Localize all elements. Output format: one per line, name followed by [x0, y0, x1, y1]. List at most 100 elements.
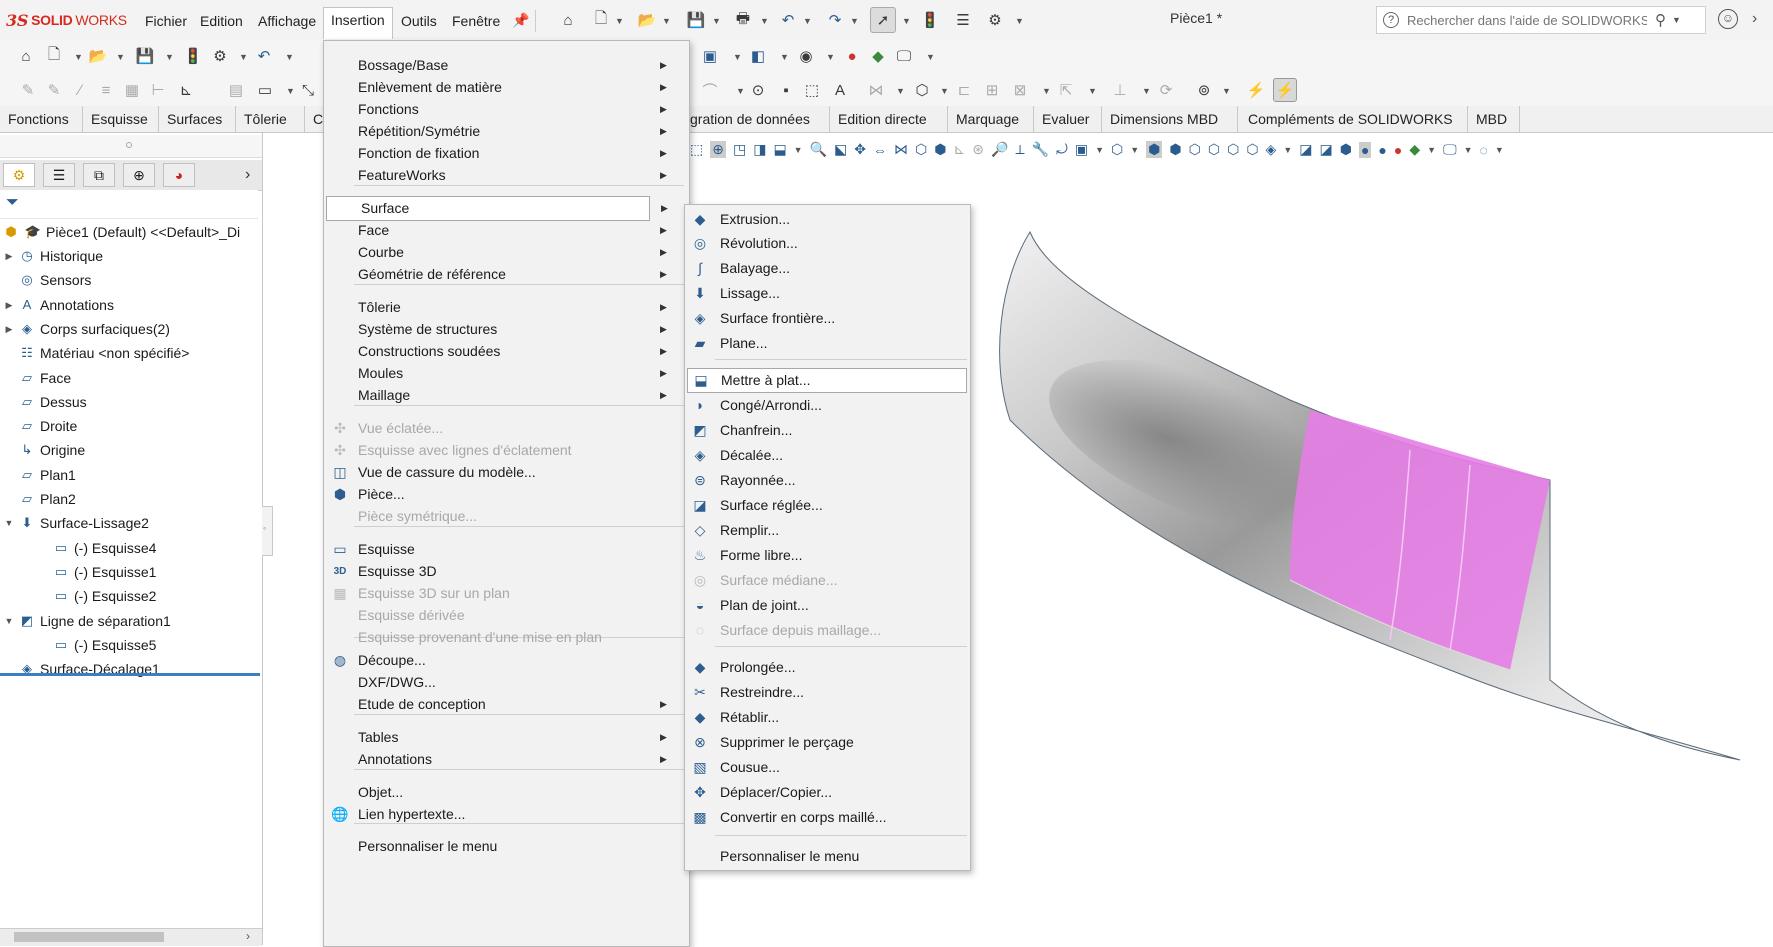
chevron-down-icon[interactable]: ▼: [896, 86, 905, 96]
appearance-icon[interactable]: ●: [1394, 142, 1402, 158]
submenu-item-prolongee[interactable]: ◆ Prolongée...: [685, 655, 968, 680]
undo-icon[interactable]: ↶: [254, 46, 274, 66]
zoom-area-icon[interactable]: ⊕: [710, 141, 726, 158]
box-icon[interactable]: ▣: [1075, 141, 1088, 158]
tab-edition-directe[interactable]: Edition directe: [830, 106, 948, 132]
open-folder-icon[interactable]: 📂: [637, 10, 657, 30]
chevron-right-icon[interactable]: ▶: [4, 317, 14, 341]
shaded-sketch-contours-icon[interactable]: ⚡: [1273, 78, 1297, 102]
tree-item-historique[interactable]: ▶ ◷ Historique: [4, 244, 104, 268]
menu-item-personnaliser-le-menu[interactable]: Personnaliser le menu: [324, 834, 687, 859]
hide-show-icon[interactable]: ◉: [796, 46, 816, 66]
point-icon[interactable]: ▪: [776, 80, 796, 100]
split-face-highlight[interactable]: [1290, 410, 1550, 670]
save-icon[interactable]: 💾: [686, 10, 706, 30]
chevron-down-icon[interactable]: ▼: [902, 16, 911, 26]
save-icon[interactable]: 💾: [135, 46, 155, 66]
menu-edition[interactable]: Edition: [193, 9, 250, 33]
tree-item-corps-surfaciques-2[interactable]: ▶ ◈ Corps surfaciques(2): [4, 317, 170, 341]
submenu-item-personnaliser-le-menu[interactable]: Personnaliser le menu: [685, 844, 968, 869]
splitter-handle-icon[interactable]: [126, 142, 132, 148]
chevron-down-icon[interactable]: ▼: [803, 16, 812, 26]
chevron-down-icon[interactable]: ▼: [1042, 86, 1051, 96]
chevron-down-icon[interactable]: ▼: [1095, 145, 1104, 155]
tree-item-droite[interactable]: ▱ Droite: [4, 414, 77, 438]
submenu-item-revolution[interactable]: ◎ Révolution...: [685, 231, 968, 256]
menu-item-lien-hypertexte[interactable]: 🌐 Lien hypertexte...: [324, 802, 687, 827]
panel-splitter[interactable]: [0, 135, 262, 158]
mirror-view-icon[interactable]: ⋈: [894, 141, 908, 158]
chevron-down-icon[interactable]: ▼: [794, 145, 803, 155]
menu-outils[interactable]: Outils: [394, 9, 444, 33]
chevron-down-icon[interactable]: ▼: [1142, 86, 1151, 96]
chevron-down-icon[interactable]: ▼: [286, 86, 295, 96]
menu-item-etude-de-conception[interactable]: Etude de conception ▶: [324, 692, 687, 717]
chevron-down-icon[interactable]: ▼: [760, 16, 769, 26]
tree-item-surface-decalage1[interactable]: ◈ Surface-Décalage1: [4, 657, 160, 681]
tree-item-ligne-de-separation1[interactable]: ▼ ◩ Ligne de séparation1: [4, 609, 171, 633]
tab-evaluer[interactable]: Evaluer: [1034, 106, 1102, 132]
tree-item-annotations[interactable]: ▶ A Annotations: [4, 293, 114, 317]
search-icon[interactable]: ⚲: [1655, 11, 1666, 29]
chevron-down-icon[interactable]: ▼: [780, 52, 789, 62]
scroll-right-icon[interactable]: ›: [246, 929, 250, 943]
tab-integration-donnees[interactable]: gration de données: [688, 106, 830, 132]
solidworks-logo[interactable]: 3S SOLID WORKS: [6, 10, 127, 30]
displaymanager-tab-icon[interactable]: ◕: [163, 163, 195, 187]
submenu-item-deplacer-copier[interactable]: ✥ Déplacer/Copier...: [685, 780, 968, 805]
chevron-down-icon[interactable]: ▼: [615, 16, 624, 26]
chevron-down-icon[interactable]: ▼: [1495, 145, 1504, 155]
surface-model[interactable]: [990, 220, 1750, 780]
dynamic-annotation-icon[interactable]: ⬓: [773, 141, 786, 158]
tab-complements-solidworks[interactable]: Compléments de SOLIDWORKS: [1238, 106, 1468, 132]
options-gear-icon[interactable]: ⚙: [985, 10, 1005, 30]
cube-icon[interactable]: ⬡: [912, 80, 932, 100]
submenu-item-chanfrein[interactable]: ◩ Chanfrein...: [685, 418, 968, 443]
sketch-icon[interactable]: ▭: [255, 80, 275, 100]
scene-icon[interactable]: ◆: [1409, 141, 1420, 158]
submenu-item-supprimer-le-percage[interactable]: ⊗ Supprimer le perçage: [685, 730, 968, 755]
chevron-down-icon[interactable]: ▼: [1464, 145, 1473, 155]
configurationmanager-tab-icon[interactable]: ⧉: [83, 163, 115, 187]
horizontal-scrollbar[interactable]: ›: [0, 928, 262, 946]
submenu-item-conge-arrondi[interactable]: ◗ Congé/Arrondi...: [685, 393, 968, 418]
chevron-down-icon[interactable]: ▼: [826, 52, 835, 62]
realview-icon[interactable]: ●: [1358, 141, 1372, 158]
chevron-down-icon[interactable]: ▼: [1427, 145, 1436, 155]
cube-shaded-icon[interactable]: ⬢: [934, 141, 946, 158]
perspective-icon[interactable]: ◈: [1266, 141, 1277, 158]
rebuild-icon[interactable]: 🚦: [183, 46, 203, 66]
chevron-down-icon[interactable]: ▼: [733, 52, 742, 62]
user-account-icon[interactable]: ☺: [1718, 9, 1738, 29]
shaded-edges-icon[interactable]: ⬢: [1146, 141, 1163, 158]
tree-item-esquisse2[interactable]: ▭ (-) Esquisse2: [38, 584, 157, 608]
tab-tolerie[interactable]: Tôlerie: [236, 106, 305, 132]
help-search-box[interactable]: ? ⚲ ▼: [1376, 6, 1706, 34]
tree-root-part[interactable]: ⬢ 🎓 Pièce1 (Default) <<Default>_Di: [2, 220, 240, 244]
tree-item-materiau-non-specifie[interactable]: ☷ Matériau <non spécifié>: [4, 341, 189, 365]
smart-dimension-icon[interactable]: ⤡: [298, 80, 318, 100]
tab-marquage[interactable]: Marquage: [948, 106, 1034, 132]
axis-icon[interactable]: ⊾: [176, 80, 196, 100]
view-orientation-icon[interactable]: ⬕: [834, 141, 847, 158]
chevron-right-icon[interactable]: ▶: [4, 293, 14, 317]
options-gear-icon[interactable]: ⚙: [210, 46, 230, 66]
chevron-down-icon[interactable]: ▼: [736, 86, 745, 96]
chevron-down-icon[interactable]: ▼: [662, 16, 671, 26]
new-document-icon[interactable]: 🗋: [591, 10, 611, 30]
panel-collapse-handle[interactable]: ◦: [262, 506, 273, 556]
featuremanager-tab-icon[interactable]: ⚙: [3, 163, 35, 187]
tree-item-esquisse5[interactable]: ▭ (-) Esquisse5: [38, 633, 157, 657]
help-search-input[interactable]: [1405, 11, 1649, 29]
rapid-sketch-icon[interactable]: ⊚: [1194, 80, 1214, 100]
zoom-fit-icon[interactable]: ⬚: [690, 141, 703, 158]
tree-item-surface-lissage2[interactable]: ▼ ⬇ Surface-Lissage2: [4, 511, 149, 535]
section-plane-icon[interactable]: ◪: [1299, 141, 1312, 158]
tree-item-sensors[interactable]: ◎ Sensors: [4, 268, 91, 292]
submenu-item-retablir[interactable]: ◆ Rétablir...: [685, 705, 968, 730]
tree-item-dessus[interactable]: ▱ Dessus: [4, 390, 87, 414]
wireframe-icon[interactable]: ⬡: [1227, 141, 1239, 158]
tab-dimensions-mbd[interactable]: Dimensions MBD: [1102, 106, 1238, 132]
menu-item-annotations[interactable]: Annotations ▶: [324, 747, 687, 772]
zoom-icon[interactable]: 🔍: [810, 141, 827, 158]
